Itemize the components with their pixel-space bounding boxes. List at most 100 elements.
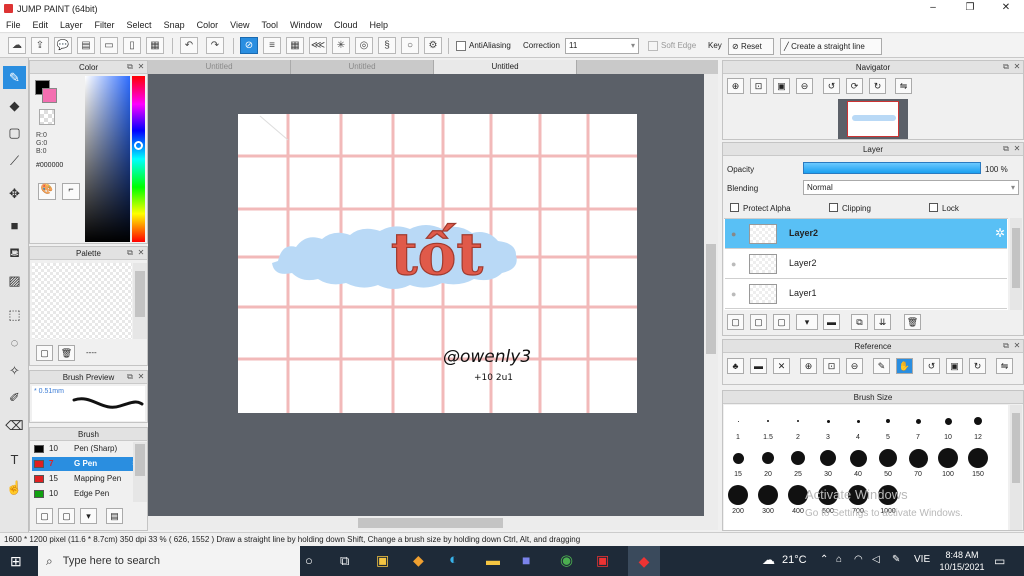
grid-tools-icon[interactable]: ▦ xyxy=(146,37,164,54)
message-icon[interactable]: ▤ xyxy=(77,37,95,54)
zoom-actual-icon[interactable]: ▣ xyxy=(773,78,790,94)
jump-paint-taskbar-icon[interactable]: ▣ xyxy=(596,552,609,569)
fill-rectangle-icon[interactable]: ■ xyxy=(3,214,26,237)
brush-size-dot[interactable] xyxy=(886,419,890,423)
brush-size-dot[interactable] xyxy=(820,450,836,466)
menu-color[interactable]: Color xyxy=(191,20,225,30)
float-panel-icon[interactable]: ⧉ xyxy=(1001,144,1011,154)
new-brush-icon[interactable]: ▢ xyxy=(36,508,53,524)
teams-icon[interactable]: ■ xyxy=(522,552,530,568)
brush-size-dot[interactable] xyxy=(849,449,867,467)
zoom-in-icon[interactable]: ⊕ xyxy=(800,358,817,374)
brush-size-dot[interactable] xyxy=(938,448,958,468)
concentric-snap-icon[interactable]: ◎ xyxy=(355,37,373,54)
document-icon[interactable]: ▭ xyxy=(100,37,118,54)
folder-icon[interactable]: ▬ xyxy=(823,314,840,330)
lasso-icon[interactable]: ◌ xyxy=(3,331,26,354)
brush-list-scrollbar[interactable] xyxy=(133,442,147,502)
canvas-vertical-scrollbar[interactable] xyxy=(704,74,718,516)
hue-handle[interactable] xyxy=(134,141,143,150)
zoom-out-icon[interactable]: ⊖ xyxy=(846,358,863,374)
navigator-thumbnail[interactable] xyxy=(838,99,908,139)
show-hidden-icons[interactable]: ⌃ xyxy=(820,554,828,565)
text-tool-icon[interactable]: T xyxy=(3,448,26,471)
float-panel-icon[interactable]: ⧉ xyxy=(1001,341,1011,351)
delete-layer-icon[interactable]: 🗑 xyxy=(904,314,921,330)
menu-tool[interactable]: Tool xyxy=(255,20,284,30)
network-icon[interactable]: ⌂ xyxy=(836,554,842,565)
windows-start-icon[interactable]: ⊞ xyxy=(10,553,22,570)
line-tool-icon[interactable]: ⟋ xyxy=(3,149,26,172)
brush-size-dot[interactable] xyxy=(879,449,897,467)
eraser-tool-icon[interactable]: ◆ xyxy=(3,94,26,117)
hand-tool-icon[interactable]: ☝ xyxy=(3,476,26,499)
layer-options-icon[interactable]: ▾ xyxy=(796,314,818,330)
menu-edit[interactable]: Edit xyxy=(27,20,55,30)
lock-checkbox[interactable] xyxy=(929,203,938,212)
layer-scrollbar[interactable] xyxy=(1010,218,1022,310)
copy-brush-icon[interactable]: ▢ xyxy=(58,508,75,524)
menu-file[interactable]: File xyxy=(0,20,27,30)
rectangle-select-icon[interactable]: ▢ xyxy=(3,121,26,144)
close-reference-icon[interactable]: ✕ xyxy=(773,358,790,374)
float-panel-icon[interactable]: ⧉ xyxy=(125,372,135,382)
palette-icon[interactable]: 🎨 xyxy=(38,183,56,200)
menu-view[interactable]: View xyxy=(224,20,255,30)
brush-menu-icon[interactable]: ▾ xyxy=(80,508,97,524)
rotate-right-icon[interactable]: ↻ xyxy=(869,78,886,94)
duplicate-layer-icon[interactable]: ⧉ xyxy=(851,314,868,330)
comment-icon[interactable]: 💬 xyxy=(54,37,72,54)
menu-help[interactable]: Help xyxy=(364,20,395,30)
brush-size-dot[interactable] xyxy=(728,485,748,505)
pin-icon[interactable]: ♣ xyxy=(727,358,744,374)
canvas-horizontal-scrollbar[interactable] xyxy=(148,516,718,530)
new-layer-copy-icon[interactable]: ▢ xyxy=(750,314,767,330)
close-panel-icon[interactable]: ✕ xyxy=(1012,144,1022,154)
notification-icon[interactable]: ▭ xyxy=(994,554,1005,568)
brush-size-dot[interactable] xyxy=(797,420,799,422)
zoom-fit-icon[interactable]: ⊡ xyxy=(750,78,767,94)
tab-untitled-2[interactable]: Untitled xyxy=(291,60,434,74)
zoom-out-icon[interactable]: ⊖ xyxy=(796,78,813,94)
rotate-left-icon[interactable]: ↺ xyxy=(823,78,840,94)
background-color-swatch[interactable] xyxy=(42,88,57,103)
close-panel-icon[interactable]: ✕ xyxy=(1012,62,1022,72)
brush-size-dot[interactable] xyxy=(737,420,739,422)
drive-icon[interactable]: ◆ xyxy=(413,552,424,569)
file-explorer-icon[interactable]: ▬ xyxy=(486,552,500,568)
pen-icon[interactable]: ✎ xyxy=(892,554,900,565)
cloud-icon[interactable]: ☁ xyxy=(8,37,26,54)
taskbar-search[interactable]: ⌕ Type here to search xyxy=(38,546,300,576)
weather-icon[interactable]: ☁ xyxy=(762,552,775,568)
close-panel-icon[interactable]: ✕ xyxy=(136,62,146,72)
parallel-snap-icon[interactable]: ≡ xyxy=(263,37,281,54)
new-palette-icon[interactable]: ▢ xyxy=(36,345,53,361)
close-panel-icon[interactable]: ✕ xyxy=(136,372,146,382)
share-icon[interactable]: ⇪ xyxy=(31,37,49,54)
brush-size-dot[interactable] xyxy=(968,448,988,468)
brush-size-dot[interactable] xyxy=(732,452,744,464)
reset-button[interactable]: ⊘ Reset xyxy=(728,38,774,55)
circle-snap-icon[interactable]: ○ xyxy=(401,37,419,54)
saturation-value-picker[interactable] xyxy=(85,76,130,242)
menu-window[interactable]: Window xyxy=(284,20,328,30)
eyedropper-icon[interactable]: ⌐ xyxy=(62,183,80,200)
brush-size-dot[interactable] xyxy=(915,418,921,424)
bucket-fill-icon[interactable]: ⛾ xyxy=(3,242,26,265)
brush-tool-icon[interactable]: ✎ xyxy=(3,66,26,89)
chrome-icon[interactable]: ◉ xyxy=(560,551,573,569)
tab-untitled-1[interactable]: Untitled xyxy=(148,60,291,74)
protect-alpha-checkbox[interactable] xyxy=(730,203,739,212)
volume-icon[interactable]: ◁ xyxy=(872,554,880,565)
palette-scrollbar[interactable] xyxy=(133,263,147,339)
clipping-checkbox[interactable] xyxy=(829,203,838,212)
temperature[interactable]: 21°C xyxy=(782,554,807,566)
brush-size-dot[interactable] xyxy=(758,485,778,505)
settings-snap-icon[interactable]: ⚙ xyxy=(424,37,442,54)
drawing-canvas[interactable]: tốt @owenly3 +10 2u1 xyxy=(238,114,637,413)
brush-item-selected[interactable]: 7G Pen✲ xyxy=(32,457,142,471)
rotate-reset-icon[interactable]: ⟳ xyxy=(846,78,863,94)
brush-size-dot[interactable] xyxy=(856,419,860,423)
layer-type-icon[interactable]: ▢ xyxy=(773,314,790,330)
select-rect-icon[interactable]: ⬚ xyxy=(3,303,26,326)
